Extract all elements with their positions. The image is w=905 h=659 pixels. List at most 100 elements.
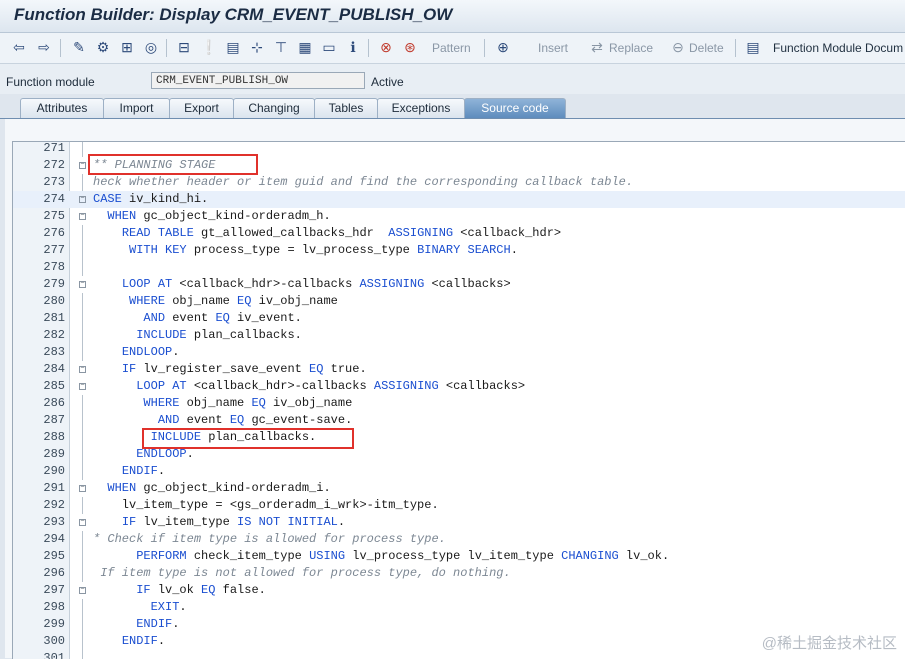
forward-icon[interactable]: ⇨ bbox=[35, 38, 53, 56]
code-line[interactable]: 295 PERFORM check_item_type USING lv_pro… bbox=[13, 548, 905, 565]
application-toolbar: ⇦ ⇨ ✎ ⚙ ⊞ ◎ ⊟ ❕ ▤ ⊹ ⊤ ▦ ▭ ℹ ⊗ ⊛ Pattern … bbox=[0, 33, 905, 64]
fold-toggle-icon[interactable]: − bbox=[79, 196, 86, 203]
separator bbox=[735, 39, 736, 57]
separator bbox=[60, 39, 61, 57]
tab-source-code[interactable]: Source code bbox=[464, 98, 566, 118]
line-number: 272 bbox=[43, 158, 65, 172]
window-icon[interactable]: ▭ bbox=[320, 38, 338, 56]
info-icon[interactable]: ℹ bbox=[344, 38, 362, 56]
separator bbox=[166, 39, 167, 57]
code-line[interactable]: 296 If item type is not allowed for proc… bbox=[13, 565, 905, 582]
fold-toggle-icon[interactable]: − bbox=[79, 519, 86, 526]
code-text: AND event EQ iv_event. bbox=[143, 311, 302, 325]
edit-pencil-icon[interactable]: ✎ bbox=[70, 38, 88, 56]
code-line[interactable]: 275 − WHEN gc_object_kind-orderadm_h. bbox=[13, 208, 905, 225]
print-icon[interactable]: ▦ bbox=[296, 38, 314, 56]
code-text: WHERE obj_name EQ iv_obj_name bbox=[143, 396, 353, 410]
delete-button[interactable]: Delete bbox=[689, 39, 724, 57]
fold-toggle-icon[interactable]: − bbox=[79, 383, 86, 390]
display-object-list-icon[interactable]: ⊟ bbox=[175, 38, 193, 56]
code-line[interactable]: 277 WITH KEY process_type = lv_process_t… bbox=[13, 242, 905, 259]
fold-guide bbox=[82, 344, 83, 361]
code-line[interactable]: 291 − WHEN gc_object_kind-orderadm_i. bbox=[13, 480, 905, 497]
activate-icon[interactable]: ⊞ bbox=[118, 38, 136, 56]
function-module-doc-button[interactable]: Function Module Docum bbox=[773, 39, 903, 57]
code-line[interactable]: 285 − LOOP AT <callback_hdr>-callbacks AS… bbox=[13, 378, 905, 395]
replace-icon[interactable]: ⇄ bbox=[588, 38, 606, 56]
function-module-field[interactable]: CRM_EVENT_PUBLISH_OW bbox=[151, 72, 365, 89]
code-line[interactable]: 280 WHERE obj_name EQ iv_obj_name bbox=[13, 293, 905, 310]
code-line[interactable]: 287 AND event EQ gc_event-save. bbox=[13, 412, 905, 429]
tab-attributes[interactable]: Attributes bbox=[20, 98, 104, 118]
fold-toggle-icon[interactable]: − bbox=[79, 213, 86, 220]
other-object-icon[interactable]: ⚙ bbox=[94, 38, 112, 56]
fold-guide bbox=[82, 463, 83, 480]
tab-export[interactable]: Export bbox=[169, 98, 234, 118]
code-line[interactable]: 290 ENDIF. bbox=[13, 463, 905, 480]
code-line[interactable]: 293 − IF lv_item_type IS NOT INITIAL. bbox=[13, 514, 905, 531]
where-used-icon[interactable]: ◎ bbox=[142, 38, 160, 56]
code-text: ENDLOOP. bbox=[121, 345, 180, 359]
line-number: 290 bbox=[43, 464, 65, 478]
title-bar: Function Builder: Display CRM_EVENT_PUBL… bbox=[0, 0, 905, 33]
code-text: EXIT. bbox=[150, 600, 187, 614]
line-number: 283 bbox=[43, 345, 65, 359]
code-line[interactable]: 283 ENDLOOP. bbox=[13, 344, 905, 361]
line-number: 294 bbox=[43, 532, 65, 546]
code-text: If item type is not allowed for process … bbox=[93, 566, 511, 580]
session-breakpoint-icon[interactable]: ⊛ bbox=[401, 38, 419, 56]
code-line[interactable]: 276 READ TABLE gt_allowed_callbacks_hdr … bbox=[13, 225, 905, 242]
code-line[interactable]: 298 EXIT. bbox=[13, 599, 905, 616]
code-line[interactable]: 297 − IF lv_ok EQ false. bbox=[13, 582, 905, 599]
source-code-editor[interactable]: 271 272− ** PLANNING STAGE 273 heck whether … bbox=[12, 141, 905, 659]
fold-guide bbox=[82, 548, 83, 565]
code-line[interactable]: 281 AND event EQ iv_event. bbox=[13, 310, 905, 327]
fold-guide bbox=[82, 174, 83, 191]
tab-import[interactable]: Import bbox=[103, 98, 170, 118]
fold-toggle-icon[interactable]: − bbox=[79, 587, 86, 594]
line-number: 292 bbox=[43, 498, 65, 512]
delete-icon[interactable]: ⊖ bbox=[669, 38, 687, 56]
code-line[interactable]: 273 heck whether header or item guid and … bbox=[13, 174, 905, 191]
replace-button[interactable]: Replace bbox=[609, 39, 653, 57]
code-text: ENDIF. bbox=[121, 464, 166, 478]
code-line[interactable]: 299 ENDIF. bbox=[13, 616, 905, 633]
watermark: @稀土掘金技术社区 bbox=[761, 635, 897, 652]
enhance-icon[interactable]: ❕ bbox=[200, 38, 218, 56]
insert-button[interactable]: Insert bbox=[538, 39, 568, 57]
code-line[interactable]: 284 − IF lv_register_save_event EQ true. bbox=[13, 361, 905, 378]
code-line[interactable]: 279 − LOOP AT <callback_hdr>-callbacks AS… bbox=[13, 276, 905, 293]
tab-changing[interactable]: Changing bbox=[233, 98, 315, 118]
line-number: 274 bbox=[43, 192, 65, 206]
fold-guide bbox=[82, 310, 83, 327]
code-line[interactable]: 282 INCLUDE plan_callbacks. bbox=[13, 327, 905, 344]
pattern-button[interactable]: Pattern bbox=[432, 39, 471, 57]
fold-toggle-icon[interactable]: − bbox=[79, 485, 86, 492]
fold-toggle-icon[interactable]: − bbox=[79, 366, 86, 373]
fold-toggle-icon[interactable]: − bbox=[79, 281, 86, 288]
code-text: lv_item_type = <gs_orderadm_i_wrk>-itm_t… bbox=[93, 498, 439, 512]
line-number: 288 bbox=[43, 430, 65, 444]
code-text: WITH KEY process_type = lv_process_type … bbox=[129, 243, 518, 257]
code-line[interactable]: 278 bbox=[13, 259, 905, 276]
tab-exceptions[interactable]: Exceptions bbox=[377, 98, 465, 118]
code-line[interactable]: 294 * Check if item type is allowed for p… bbox=[13, 531, 905, 548]
insert-icon[interactable]: ⊕ bbox=[494, 38, 512, 56]
code-text: READ TABLE gt_allowed_callbacks_hdr ASSI… bbox=[121, 226, 562, 240]
screen-icon[interactable]: ▤ bbox=[224, 38, 242, 56]
code-line[interactable]: 274 − CASE iv_kind_hi. bbox=[13, 191, 905, 208]
back-icon[interactable]: ⇦ bbox=[10, 38, 28, 56]
tab-tables[interactable]: Tables bbox=[314, 98, 378, 118]
breakpoint-icon[interactable]: ⊗ bbox=[377, 38, 395, 56]
highlight-box bbox=[88, 154, 258, 175]
documentation-icon[interactable]: ▤ bbox=[744, 38, 762, 56]
window-title: Function Builder: Display CRM_EVENT_PUBL… bbox=[14, 5, 453, 24]
line-number: 295 bbox=[43, 549, 65, 563]
code-line[interactable]: 286 WHERE obj_name EQ iv_obj_name bbox=[13, 395, 905, 412]
fold-guide bbox=[82, 599, 83, 616]
line-number: 279 bbox=[43, 277, 65, 291]
code-line[interactable]: 292 lv_item_type = <gs_orderadm_i_wrk>-i… bbox=[13, 497, 905, 514]
fold-toggle-icon[interactable]: − bbox=[79, 162, 86, 169]
tree-icon[interactable]: ⊤ bbox=[272, 38, 290, 56]
hierarchy-icon[interactable]: ⊹ bbox=[248, 38, 266, 56]
